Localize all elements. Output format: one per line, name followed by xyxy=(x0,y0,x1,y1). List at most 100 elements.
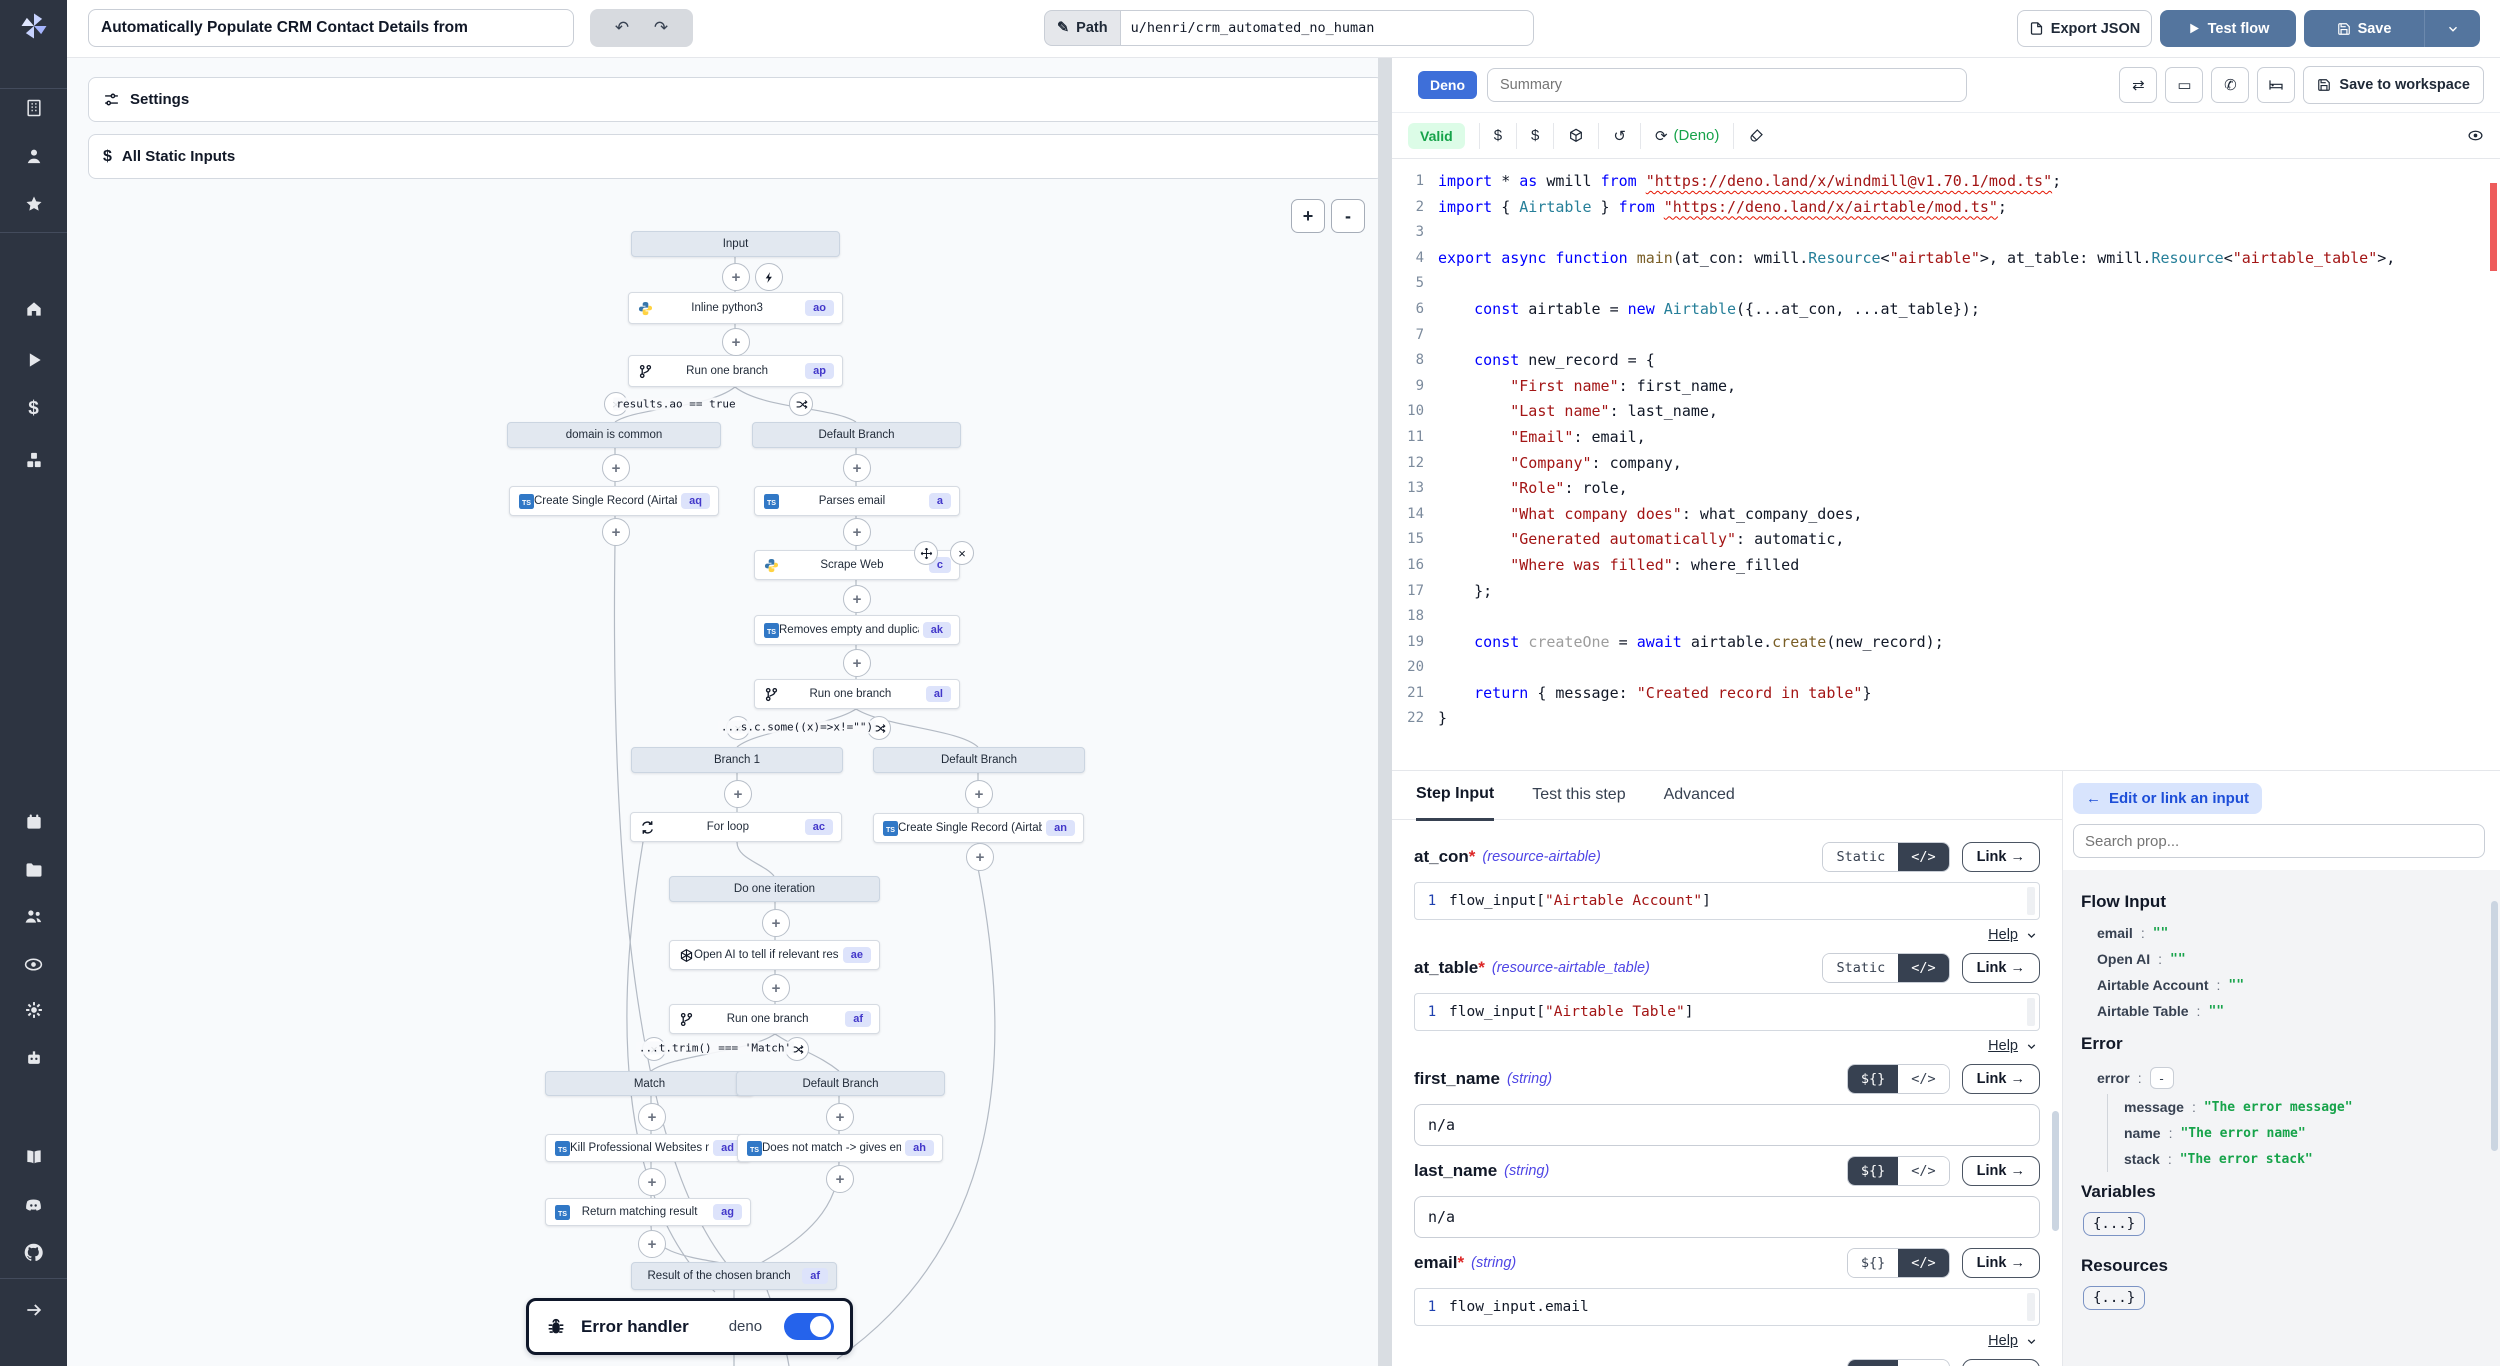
link-button[interactable]: Link → xyxy=(1962,1064,2040,1094)
toggle-static[interactable]: ${} xyxy=(1848,1360,1898,1366)
code-line[interactable]: 5 xyxy=(1392,271,2500,297)
flow-node[interactable]: Default Branch xyxy=(752,422,961,448)
flow-node[interactable]: Run one branchal xyxy=(754,679,960,709)
sidebar-item-variables[interactable]: $ xyxy=(0,391,67,427)
variable-picker-icon[interactable]: $ xyxy=(1494,127,1502,144)
error-handler-toggle[interactable] xyxy=(784,1313,834,1340)
code-line[interactable]: 10 "Last name": last_name, xyxy=(1392,399,2500,425)
code-line[interactable]: 14 "What company does": what_company_doe… xyxy=(1392,502,2500,528)
collapse-button[interactable]: - xyxy=(2150,1067,2174,1089)
prop-row[interactable]: Airtable Account:"" xyxy=(2081,972,2484,998)
add-step-button[interactable]: + xyxy=(965,780,993,808)
flow-node[interactable]: Run one branchap xyxy=(628,355,843,387)
sidebar-item-favorites[interactable] xyxy=(0,186,67,222)
sidebar-item-folders[interactable] xyxy=(0,852,67,888)
panel-divider-scrollbar[interactable] xyxy=(1378,57,1392,1366)
flow-node[interactable]: Open AI to tell if relevant resultae xyxy=(669,940,880,970)
add-step-button[interactable]: + xyxy=(762,974,790,1002)
sidebar-item-user[interactable] xyxy=(0,138,67,174)
flow-node[interactable]: TSCreate Single Record (Airtable)an xyxy=(873,813,1084,843)
add-step-button[interactable]: + xyxy=(638,1168,666,1196)
prop-row[interactable]: error:- xyxy=(2081,1062,2484,1094)
prop-row[interactable]: message:"The error message" xyxy=(2107,1094,2484,1120)
code-line[interactable]: 2import { Airtable } from "https://deno.… xyxy=(1392,195,2500,221)
tab-advanced[interactable]: Advanced xyxy=(1664,771,1735,819)
link-button[interactable]: Link → xyxy=(1962,842,2040,872)
sidebar-item-workers[interactable] xyxy=(0,1040,67,1076)
sidebar-item-settings[interactable] xyxy=(0,992,67,1028)
tab-step-input[interactable]: Step Input xyxy=(1416,770,1494,821)
swap-branch-icon[interactable] xyxy=(789,392,813,416)
sidebar-item-discord[interactable] xyxy=(0,1187,67,1223)
add-step-button[interactable]: + xyxy=(602,454,630,482)
help-link[interactable]: Help xyxy=(1414,927,2038,943)
reset-icon[interactable]: ↺ xyxy=(1613,127,1626,145)
trigger-bolt-icon[interactable] xyxy=(755,263,783,291)
link-button[interactable]: Link → xyxy=(1962,1156,2040,1186)
toggle-static[interactable]: Static xyxy=(1823,954,1898,982)
flow-node[interactable]: Match xyxy=(545,1071,754,1096)
save-to-workspace-button[interactable]: Save to workspace xyxy=(2303,66,2484,104)
add-step-button[interactable]: + xyxy=(722,263,750,291)
code-line[interactable]: 13 "Role": role, xyxy=(1392,476,2500,502)
prop-search-input[interactable] xyxy=(2073,824,2485,858)
retries-icon[interactable]: ⇄ xyxy=(2119,67,2157,103)
toggle-code[interactable]: </> xyxy=(1898,1065,1948,1093)
toggle-static[interactable]: ${} xyxy=(1848,1157,1898,1185)
flow-node[interactable]: TSParses emaila xyxy=(754,486,960,516)
windmill-logo-icon[interactable] xyxy=(0,8,67,44)
flow-node[interactable]: TSDoes not match -> gives empty valueah xyxy=(737,1134,943,1162)
redo-icon[interactable]: ↷ xyxy=(654,18,668,38)
resource-picker-icon[interactable]: $ xyxy=(1531,127,1539,144)
code-area[interactable]: 1import * as wmill from "https://deno.la… xyxy=(1392,159,2500,732)
sidebar-item-runs[interactable] xyxy=(0,342,67,378)
link-button[interactable]: Link → xyxy=(1962,953,2040,983)
cache-icon[interactable]: ▭ xyxy=(2165,67,2203,103)
toggle-static[interactable]: ${} xyxy=(1848,1249,1898,1277)
expression-editor[interactable]: 1flow_input["Airtable Account"] xyxy=(1414,882,2040,920)
flow-title-input[interactable] xyxy=(88,9,574,47)
add-step-button[interactable]: + xyxy=(724,780,752,808)
sidebar-item-home[interactable] xyxy=(0,291,67,327)
flow-node[interactable]: Input xyxy=(631,231,840,257)
toggle-code[interactable]: </> xyxy=(1898,1249,1948,1277)
expression-editor[interactable]: 1flow_input["Airtable Table"] xyxy=(1414,993,2040,1031)
sidebar-item-groups[interactable] xyxy=(0,898,67,934)
step-panel-scrollbar[interactable] xyxy=(2052,1111,2059,1231)
flow-node[interactable]: Do one iteration xyxy=(669,876,880,902)
add-step-button[interactable]: + xyxy=(762,909,790,937)
delete-node-icon[interactable]: × xyxy=(950,541,974,565)
help-link[interactable]: Help xyxy=(1414,1333,2038,1349)
path-input[interactable] xyxy=(1120,10,1534,46)
add-step-button[interactable]: + xyxy=(826,1103,854,1131)
add-step-button[interactable]: + xyxy=(638,1230,666,1258)
prop-row[interactable]: email:"" xyxy=(2081,920,2484,946)
code-line[interactable]: 22} xyxy=(1392,706,2500,732)
toggle-static[interactable]: ${} xyxy=(1848,1065,1898,1093)
code-line[interactable]: 6 const airtable = new Airtable({...at_c… xyxy=(1392,297,2500,323)
undo-icon[interactable]: ↶ xyxy=(615,18,629,38)
code-line[interactable]: 4export async function main(at_con: wmil… xyxy=(1392,246,2500,272)
error-handler-node[interactable]: Error handler deno xyxy=(526,1298,853,1355)
sidebar-item-workspace[interactable] xyxy=(0,90,67,126)
edit-or-link-input-button[interactable]: ← Edit or link an input xyxy=(2073,783,2262,814)
toggle-code[interactable]: </> xyxy=(1898,1157,1948,1185)
code-line[interactable]: 7 xyxy=(1392,323,2500,349)
sidebar-item-github[interactable] xyxy=(0,1234,67,1270)
code-line[interactable]: 1import * as wmill from "https://deno.la… xyxy=(1392,169,2500,195)
code-line[interactable]: 12 "Company": company, xyxy=(1392,451,2500,477)
add-step-button[interactable]: + xyxy=(722,328,750,356)
zoom-in-button[interactable]: + xyxy=(1291,199,1325,233)
expression-editor[interactable]: 1flow_input.email xyxy=(1414,1288,2040,1326)
suspend-call-icon[interactable]: ✆ xyxy=(2211,67,2249,103)
toggle-static[interactable]: Static xyxy=(1823,843,1898,871)
flow-node[interactable]: Run one branchaf xyxy=(669,1004,880,1034)
save-button[interactable]: Save xyxy=(2304,10,2425,47)
value-input[interactable] xyxy=(1414,1104,2040,1146)
code-line[interactable]: 18 xyxy=(1392,604,2500,630)
sidebar-item-audit-logs[interactable] xyxy=(0,946,67,982)
sleep-icon[interactable] xyxy=(2257,67,2295,103)
sidebar-item-schedules[interactable] xyxy=(0,804,67,840)
format-brush-icon[interactable] xyxy=(1748,128,1764,144)
add-step-button[interactable]: + xyxy=(843,454,871,482)
